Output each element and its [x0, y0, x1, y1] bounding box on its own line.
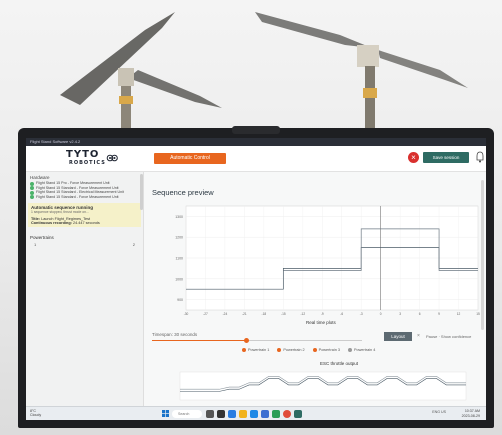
app-header: TYTO ROBOTICS Automatic Control × Save s… [26, 146, 486, 172]
slider-knob[interactable] [244, 338, 249, 343]
x-tick-label: 3 [399, 312, 401, 316]
webcam [232, 126, 280, 134]
y-tick-label: 900 [177, 298, 183, 302]
esc-plot-area [179, 371, 467, 401]
close-layout-icon[interactable]: × [417, 333, 420, 339]
x-tick-label: -18 [262, 312, 267, 316]
y-tick-label: 1300 [175, 215, 183, 219]
laptop: Flight Stand Software v2.4.2 TYTO ROBOTI… [18, 126, 494, 428]
taskbar-search[interactable]: Search [172, 410, 202, 418]
windows-start-icon[interactable] [162, 410, 169, 417]
store-icon[interactable] [261, 410, 269, 418]
sidebar-scrollbar[interactable] [140, 174, 143, 210]
tyto-logo: TYTO ROBOTICS [66, 150, 118, 168]
x-axis-label: Real time plots [306, 320, 336, 325]
legend-dot-icon [277, 348, 282, 352]
sequence-subtitle: 1 sequence stopped, thrust mode on... [31, 210, 89, 214]
powertrain-1[interactable]: 1 [34, 242, 36, 247]
y-tick-label: 1000 [175, 277, 183, 281]
x-tick-label: -9 [321, 312, 324, 316]
status-ok-icon [30, 190, 34, 195]
legend-dot-icon [242, 348, 246, 352]
widgets-icon[interactable] [217, 410, 225, 418]
sidebar: Hardware Flight Stand 15 Pro - Force Mea… [26, 172, 144, 406]
slider-fill [152, 340, 247, 341]
status-ok-icon [30, 186, 34, 190]
x-tick-label: -3 [360, 312, 363, 316]
flight-stand-app-icon[interactable] [294, 410, 302, 418]
weather-widget[interactable]: 8°C Cloudy [30, 409, 41, 417]
left-propeller [60, 12, 222, 108]
y-tick-label: 1100 [175, 257, 183, 261]
legend-item[interactable]: Powertrain 3 [312, 348, 340, 352]
left-motor-mount [118, 68, 134, 130]
right-motor-mount [357, 45, 379, 128]
powertrain-2[interactable]: 2 [133, 242, 135, 247]
bell-icon[interactable] [476, 151, 484, 163]
y-tick-label: 1200 [175, 236, 183, 240]
hardware-item[interactable]: Flight Stand 15 Standard - Force Measure… [26, 195, 143, 199]
legend-dot-icon [312, 348, 317, 352]
save-session-button[interactable]: Save session [423, 152, 469, 163]
chrome-icon[interactable] [283, 410, 291, 418]
sequence-recording: Continuous recording: 24.447 seconds [31, 221, 100, 225]
x-tick-label: -30 [184, 312, 189, 316]
timespan-slider[interactable] [152, 338, 362, 343]
legend-item[interactable]: Powertrain 1 [242, 348, 269, 352]
stop-icon[interactable]: × [408, 152, 419, 163]
automatic-control-button[interactable]: Automatic Control [154, 153, 226, 164]
x-tick-label: -27 [203, 312, 208, 316]
main-panel: Sequence preview 1300 1200 1100 1000 900 -30-… [146, 172, 486, 406]
app-icon[interactable] [272, 410, 280, 418]
x-tick-label: 15 [476, 312, 480, 316]
legend-item[interactable]: Powertrain 4 [347, 348, 375, 352]
task-view-icon[interactable] [206, 410, 214, 418]
esc-throttle-title: ESC throttle output [320, 361, 359, 366]
chat-icon[interactable] [228, 410, 236, 418]
file-explorer-icon[interactable] [239, 410, 247, 418]
powertrains-row: 1 2 [26, 242, 143, 247]
charts-canvas: 1300120011001000900-30 -27 -24 -21 -18 -15 -12… [175, 205, 480, 401]
logo-subtext: ROBOTICS [69, 160, 106, 166]
clock[interactable]: 10:37 AM 2023-08-29 [462, 409, 480, 418]
x-tick-label: -15 [281, 312, 286, 316]
x-tick-label: -24 [223, 312, 228, 316]
x-tick-label: 9 [438, 312, 440, 316]
x-tick-label: 0 [380, 312, 382, 316]
hardware-title: Hardware [30, 175, 50, 180]
sequence-status-panel: Automatic sequence running 1 sequence st… [28, 203, 141, 227]
system-tray[interactable]: ENG US [432, 410, 446, 414]
status-ok-icon [30, 181, 34, 186]
taskbar-apps [206, 410, 302, 418]
powertrain-legend: Powertrain 1 Powertrain 2 Powertrain 3 P… [242, 348, 375, 352]
windows-taskbar: 8°C Cloudy Search ENG US 10:37 AM 2023-08-… [26, 406, 486, 420]
x-tick-label: 12 [457, 312, 461, 316]
x-tick-label: -12 [300, 312, 305, 316]
powertrains-label: Powertrains [30, 235, 54, 240]
logo-text: TYTO [66, 149, 100, 160]
timespan-label: Timespan: 30 seconds [152, 332, 198, 337]
legend-item[interactable]: Powertrain 2 [277, 348, 305, 352]
edge-icon[interactable] [250, 410, 258, 418]
x-tick-label: 6 [419, 312, 421, 316]
chart-tools[interactable]: Pause · Show confidence [426, 334, 471, 339]
legend-dot-icon [347, 348, 352, 352]
x-tick-label: -6 [340, 312, 343, 316]
window-title: Flight Stand Software v2.4.2 [26, 138, 486, 146]
laptop-screen: Flight Stand Software v2.4.2 TYTO ROBOTI… [26, 138, 486, 420]
status-ok-icon [30, 195, 34, 199]
x-tick-label: -21 [242, 312, 247, 316]
tyto-owl-icon [106, 154, 118, 162]
layout-button[interactable]: Layout [384, 332, 412, 341]
